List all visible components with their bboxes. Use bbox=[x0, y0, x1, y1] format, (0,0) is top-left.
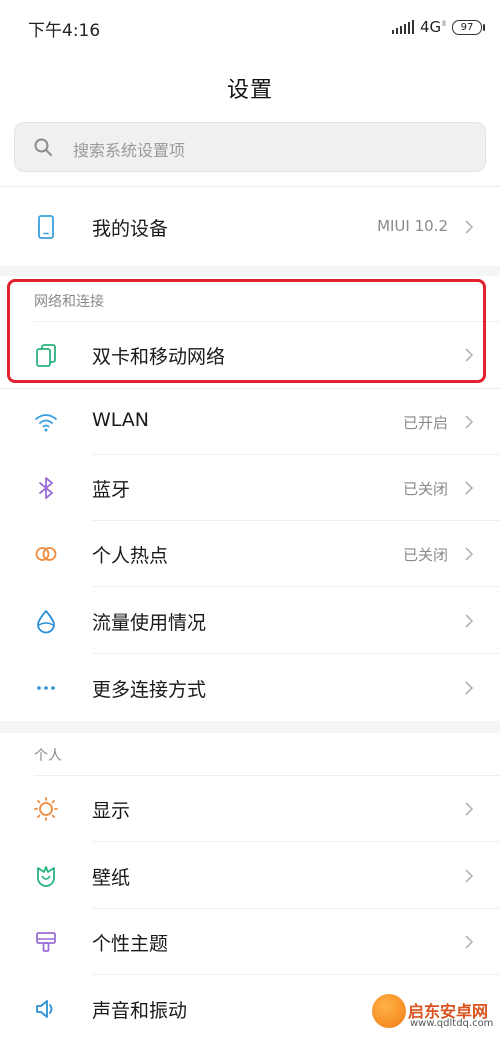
item-label: WLAN bbox=[92, 409, 150, 431]
signal-strength-icon bbox=[391, 20, 414, 34]
item-value: 已关闭 bbox=[402, 480, 448, 498]
chevron-right-icon bbox=[465, 481, 474, 495]
settings-item-more-connections[interactable]: 更多连接方式 bbox=[0, 655, 500, 721]
chevron-right-icon bbox=[465, 220, 474, 234]
chevron-right-icon bbox=[465, 415, 474, 429]
settings-item-dual-sim[interactable]: 双卡和移动网络 bbox=[0, 322, 500, 388]
status-bar: 下午4:16 4Gll 97 bbox=[0, 0, 500, 56]
settings-item-data-usage[interactable]: 流量使用情况 bbox=[0, 588, 500, 654]
chevron-right-icon bbox=[465, 614, 474, 628]
chevron-right-icon bbox=[465, 348, 474, 362]
chevron-right-icon bbox=[465, 681, 474, 695]
speaker-icon bbox=[36, 1000, 53, 1018]
chevron-right-icon bbox=[465, 802, 474, 816]
theme-brush-icon bbox=[36, 932, 56, 952]
settings-item-display[interactable]: 显示 bbox=[0, 776, 500, 842]
divider bbox=[92, 841, 500, 842]
search-icon bbox=[34, 138, 52, 156]
display-sun-icon bbox=[34, 797, 58, 821]
network-sub: ll bbox=[442, 20, 446, 28]
search-placeholder: 搜索系统设置项 bbox=[73, 141, 186, 160]
divider bbox=[92, 586, 500, 587]
settings-item-wallpaper[interactable]: 壁纸 bbox=[0, 843, 500, 909]
item-label: 壁纸 bbox=[92, 867, 131, 889]
wifi-icon bbox=[35, 414, 57, 432]
chevron-right-icon bbox=[465, 547, 474, 561]
item-label: 双卡和移动网络 bbox=[92, 346, 226, 368]
wallpaper-icon bbox=[37, 866, 55, 887]
item-label: 流量使用情况 bbox=[92, 612, 207, 634]
item-value: 已开启 bbox=[402, 414, 448, 432]
page-title: 设置 bbox=[226, 78, 273, 103]
item-label: 声音和振动 bbox=[92, 1000, 188, 1022]
divider bbox=[92, 974, 500, 975]
battery-icon: 97 bbox=[452, 19, 485, 35]
chevron-right-icon bbox=[465, 935, 474, 949]
settings-item-hotspot[interactable]: 个人热点 已关闭 bbox=[0, 521, 500, 587]
phone-icon bbox=[38, 215, 54, 239]
status-indicators: 4Gll 97 bbox=[391, 17, 485, 37]
status-time: 下午4:16 bbox=[28, 21, 101, 41]
item-label: 显示 bbox=[92, 800, 131, 822]
watermark-url: www.qdltdq.com bbox=[410, 1018, 494, 1029]
item-label: 更多连接方式 bbox=[92, 679, 207, 701]
item-value: MIUI 10.2 bbox=[377, 217, 448, 235]
sim-cards-icon bbox=[36, 344, 56, 367]
chevron-right-icon bbox=[465, 869, 474, 883]
search-input[interactable]: 搜索系统设置项 bbox=[14, 122, 486, 172]
watermark-logo-icon bbox=[372, 994, 406, 1028]
watermark: 启东安卓网 www.qdltdq.com bbox=[368, 990, 498, 1038]
settings-item-bluetooth[interactable]: 蓝牙 已关闭 bbox=[0, 455, 500, 521]
bluetooth-icon bbox=[39, 477, 53, 499]
settings-item-my-device[interactable]: 我的设备 MIUI 10.2 bbox=[0, 194, 500, 260]
network-label: 4G bbox=[419, 18, 442, 36]
item-label: 个人热点 bbox=[92, 545, 169, 567]
item-label: 蓝牙 bbox=[92, 479, 131, 501]
network-type: 4Gll bbox=[420, 18, 446, 36]
hotspot-icon bbox=[35, 547, 57, 561]
item-value: 已关闭 bbox=[402, 546, 448, 564]
section-gap bbox=[0, 721, 500, 733]
data-usage-icon bbox=[37, 610, 55, 634]
item-label: 我的设备 bbox=[92, 218, 169, 240]
settings-item-theme[interactable]: 个性主题 bbox=[0, 909, 500, 975]
section-header-personal: 个人 bbox=[34, 748, 62, 764]
section-gap bbox=[0, 266, 500, 276]
item-label: 个性主题 bbox=[92, 933, 169, 955]
settings-item-wlan[interactable]: WLAN 已开启 bbox=[0, 389, 500, 455]
section-header-network: 网络和连接 bbox=[34, 294, 104, 310]
more-dots-icon bbox=[37, 686, 55, 690]
divider bbox=[0, 186, 500, 187]
divider bbox=[92, 653, 500, 654]
